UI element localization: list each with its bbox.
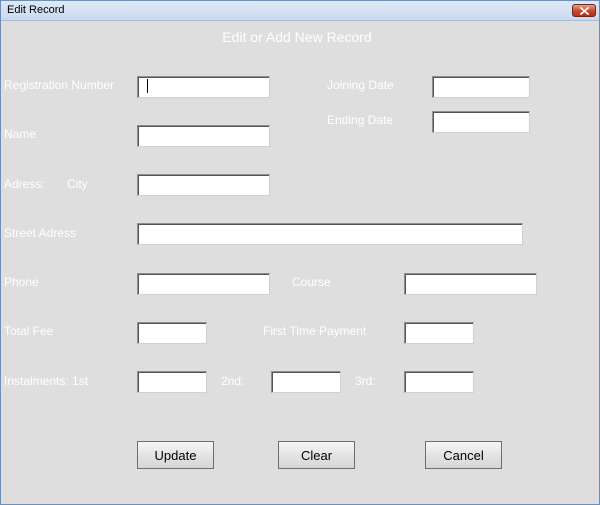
joining-date-label: Joining Date xyxy=(327,78,394,92)
course-input[interactable] xyxy=(404,273,537,295)
street-adress-label: Street Adress xyxy=(4,226,77,240)
joining-date-input[interactable] xyxy=(432,76,530,98)
city-label: City xyxy=(67,177,88,191)
form-heading: Edit or Add New Record xyxy=(222,29,372,45)
registration-number-input[interactable] xyxy=(137,76,270,98)
cancel-button[interactable]: Cancel xyxy=(425,441,502,469)
phone-label: Phone xyxy=(4,275,39,289)
name-input[interactable] xyxy=(137,125,270,147)
window-title: Edit Record xyxy=(7,4,65,16)
instalment-3rd-input[interactable] xyxy=(404,371,474,393)
clear-button[interactable]: Clear xyxy=(278,441,355,469)
update-button[interactable]: Update xyxy=(137,441,214,469)
ending-date-input[interactable] xyxy=(432,111,530,133)
first-time-payment-input[interactable] xyxy=(404,322,474,344)
city-input[interactable] xyxy=(137,174,270,196)
instalment-2nd-input[interactable] xyxy=(271,371,341,393)
instalments-2nd-label: 2nd: xyxy=(221,374,245,388)
ending-date-label: Ending Date xyxy=(327,113,394,127)
instalments-3rd-label: 3rd: xyxy=(355,374,376,388)
instalment-1st-input[interactable] xyxy=(137,371,207,393)
street-adress-input[interactable] xyxy=(137,223,523,245)
adress-label: Adress: xyxy=(4,177,45,191)
total-fee-label: Total Fee xyxy=(4,324,54,338)
total-fee-input[interactable] xyxy=(137,322,207,344)
text-caret xyxy=(147,79,148,93)
close-button[interactable] xyxy=(572,4,596,17)
name-label: Name xyxy=(4,127,37,141)
first-time-payment-label: First Time Payment xyxy=(263,324,367,338)
registration-number-label: Registration Number xyxy=(4,78,115,92)
course-label: Course xyxy=(292,275,331,289)
instalments-1st-label: Instalments: 1st xyxy=(4,374,89,388)
title-bar[interactable]: Edit Record xyxy=(1,1,599,21)
close-icon xyxy=(580,7,589,15)
phone-input[interactable] xyxy=(137,273,270,295)
edit-record-window: Edit Record Edit or Add New Record Regis… xyxy=(0,0,600,505)
